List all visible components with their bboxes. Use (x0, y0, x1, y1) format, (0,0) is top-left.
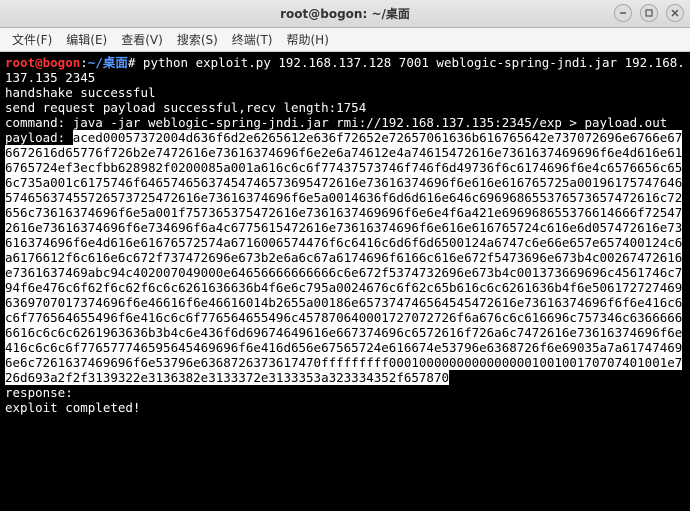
output-complete: exploit completed! (5, 400, 685, 415)
payload-label: payload: (5, 130, 73, 145)
output-send: send request payload successful,recv len… (5, 100, 685, 115)
menu-help[interactable]: 帮助(H) (281, 29, 335, 50)
prompt-path: ~/桌面 (88, 55, 128, 70)
payload-hex: aced00057372004d636f6d2e6265612e636f7265… (5, 130, 682, 385)
window-titlebar: root@bogon: ~/桌面 (0, 0, 690, 28)
output-response: response: (5, 385, 685, 400)
terminal-output[interactable]: root@bogon:~/桌面# python exploit.py 192.1… (0, 52, 690, 511)
prompt-user: root@bogon (5, 55, 80, 70)
menu-terminal[interactable]: 终端(T) (226, 29, 279, 50)
menu-view[interactable]: 查看(V) (115, 29, 169, 50)
output-handshake: handshake successful (5, 85, 685, 100)
prompt-sep: : (80, 55, 88, 70)
maximize-button[interactable] (640, 4, 658, 22)
output-command: command: java -jar weblogic-spring-jndi.… (5, 115, 685, 130)
window-controls (614, 4, 684, 22)
minimize-button[interactable] (614, 4, 632, 22)
menubar: 文件(F) 编辑(E) 查看(V) 搜索(S) 终端(T) 帮助(H) (0, 28, 690, 52)
menu-edit[interactable]: 编辑(E) (60, 29, 113, 50)
menu-file[interactable]: 文件(F) (6, 29, 58, 50)
close-button[interactable] (666, 4, 684, 22)
window-title: root@bogon: ~/桌面 (280, 5, 410, 22)
prompt-hash: # (128, 55, 136, 70)
menu-search[interactable]: 搜索(S) (171, 29, 224, 50)
